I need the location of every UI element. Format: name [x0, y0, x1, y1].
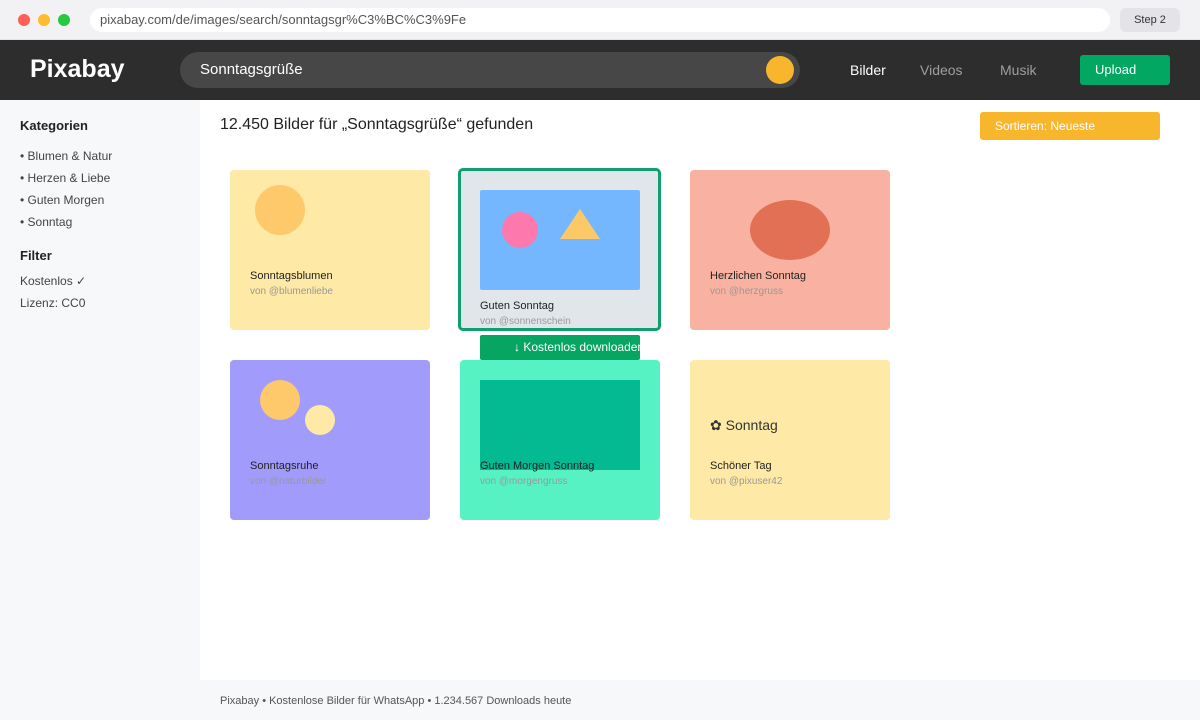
green-rect-graphic	[480, 380, 640, 470]
card-title: Guten Morgen Sonntag	[480, 460, 595, 472]
search-bar[interactable]: Sonntagsgrüße	[180, 52, 800, 88]
card-title: Guten Sonntag	[480, 300, 555, 312]
category-guten-morgen[interactable]: • Guten Morgen	[20, 193, 104, 207]
card-title: Schöner Tag	[710, 460, 772, 472]
overlay-text: Sonntag	[725, 417, 778, 433]
upload-button[interactable]: Upload	[1080, 55, 1170, 85]
pixabay-logo[interactable]: Pixabay	[30, 54, 125, 84]
heart-oval-graphic	[750, 200, 830, 260]
maximize-window-icon[interactable]	[58, 14, 70, 26]
footer: Pixabay • Kostenlose Bilder für WhatsApp…	[200, 680, 1200, 720]
step-badge: Step 2	[1120, 8, 1180, 32]
result-count-title: 12.450 Bilder für „Sonntagsgrüße“ gefund…	[220, 116, 534, 133]
download-button[interactable]: ↓ Kostenlos downloaden	[480, 335, 640, 360]
sun-circle-graphic	[255, 185, 305, 235]
search-input[interactable]: Sonntagsgrüße	[200, 52, 303, 88]
flower-icon: ✿	[710, 417, 722, 433]
filter-kostenlos[interactable]: Kostenlos ✓	[20, 274, 86, 288]
filter-lizenz[interactable]: Lizenz: CC0	[20, 296, 85, 310]
categories-heading: Kategorien	[20, 118, 88, 133]
nav-link-videos[interactable]: Videos	[920, 40, 963, 100]
card-author[interactable]: von @herzgruss	[710, 286, 783, 297]
card-author[interactable]: von @sonnenschein	[480, 316, 571, 327]
minimize-window-icon[interactable]	[38, 14, 50, 26]
filter-heading: Filter	[20, 248, 52, 263]
nav-link-musik[interactable]: Musik	[1000, 40, 1037, 100]
sun-circle-graphic	[260, 380, 300, 420]
results-area: 12.450 Bilder für „Sonntagsgrüße“ gefund…	[200, 100, 1200, 680]
card-author[interactable]: von @blumenliebe	[250, 286, 333, 297]
sidebar: Kategorien • Blumen & Natur • Herzen & L…	[0, 100, 200, 720]
top-navbar: Pixabay Sonntagsgrüße Bilder Videos Musi…	[0, 40, 1200, 100]
image-card-sonntagsruhe[interactable]: Sonntagsruhe von @naturbilder	[230, 360, 430, 520]
image-card-herzlichen-sonntag[interactable]: Herzlichen Sonntag von @herzgruss	[690, 170, 890, 330]
nav-link-bilder[interactable]: Bilder	[850, 40, 886, 100]
card-author[interactable]: von @pixuser42	[710, 476, 782, 487]
card-author[interactable]: von @naturbilder	[250, 476, 326, 487]
card-author[interactable]: von @morgengruss	[480, 476, 567, 487]
sky-rect-graphic	[480, 190, 640, 290]
card-title: Herzlichen Sonntag	[710, 270, 807, 282]
search-icon[interactable]	[766, 56, 794, 84]
card-title: Sonntagsruhe	[250, 460, 319, 472]
address-bar[interactable]: pixabay.com/de/images/search/sonntagsgr%…	[90, 8, 1110, 32]
triangle-graphic	[560, 209, 600, 239]
footer-text: Pixabay • Kostenlose Bilder für WhatsApp…	[220, 695, 572, 707]
image-card-guten-morgen-sonntag[interactable]: Guten Morgen Sonntag von @morgengruss	[460, 360, 660, 520]
image-card-sonntagsblumen[interactable]: Sonntagsblumen von @blumenliebe	[230, 170, 430, 330]
image-card-guten-sonntag[interactable]: Guten Sonntag von @sonnenschein	[458, 168, 661, 331]
browser-chrome: pixabay.com/de/images/search/sonntagsgr%…	[0, 0, 1200, 40]
sort-dropdown[interactable]: Sortieren: Neueste	[980, 112, 1160, 140]
category-sonntag[interactable]: • Sonntag	[20, 215, 72, 229]
pink-circle-graphic	[502, 212, 538, 248]
card-title: Sonntagsblumen	[250, 270, 333, 282]
category-blumen-natur[interactable]: • Blumen & Natur	[20, 149, 112, 163]
overlay-caption: ✿ Sonntag	[710, 416, 778, 434]
close-window-icon[interactable]	[18, 14, 30, 26]
category-herzen-liebe[interactable]: • Herzen & Liebe	[20, 171, 110, 185]
image-card-schoener-tag[interactable]: ✿ Sonntag Schöner Tag von @pixuser42	[690, 360, 890, 520]
moon-circle-graphic	[305, 405, 335, 435]
